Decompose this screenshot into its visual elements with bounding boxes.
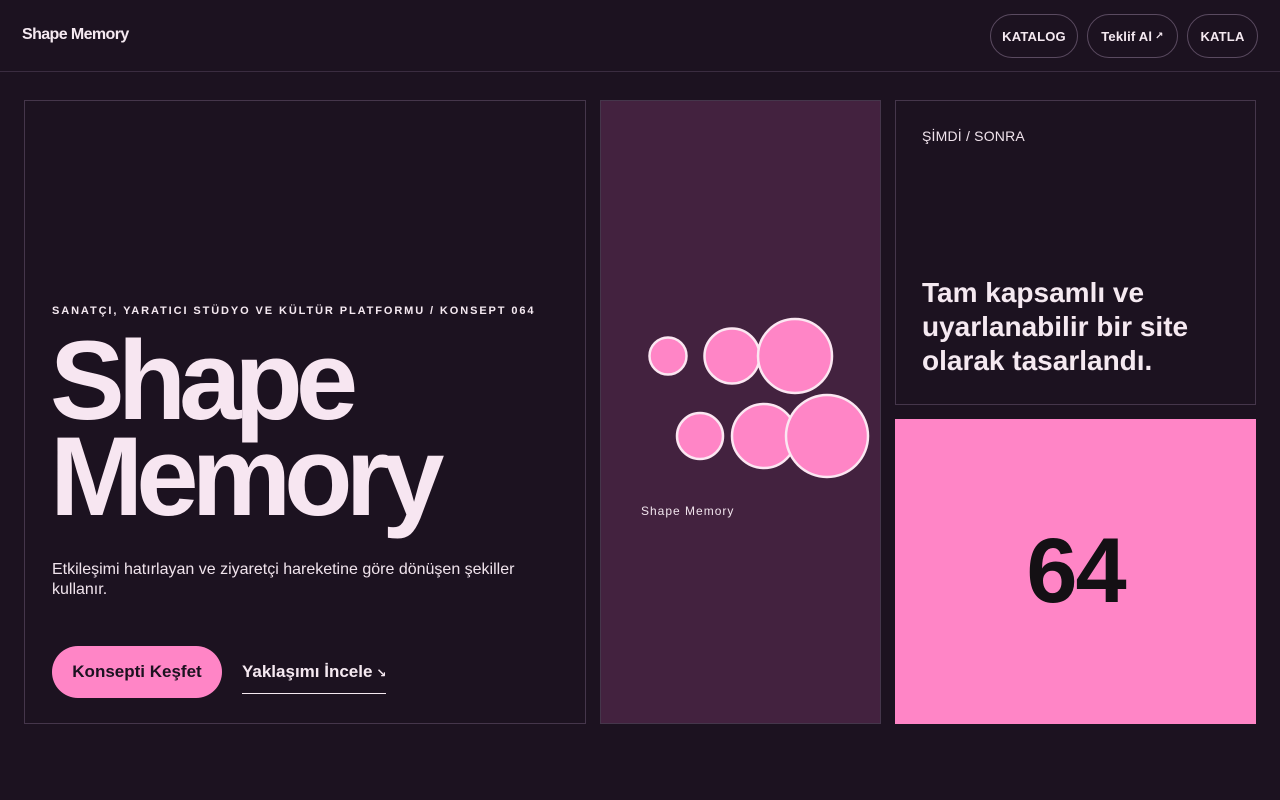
- top-navigation-bar: Shape Memory KATALOG Teklif Al ↗ KATLA: [0, 0, 1280, 72]
- nav-get-offer-label: Teklif Al: [1101, 28, 1153, 44]
- nav-join-button[interactable]: KATLA: [1187, 14, 1258, 58]
- now-next-label: ŞİMDİ / SONRA: [922, 128, 1025, 144]
- hero-eyebrow: SANATÇI, YARATICI STÜDYO VE KÜLTÜR PLATF…: [52, 305, 536, 317]
- nav-join-label: KATLA: [1200, 28, 1245, 44]
- circle-shape[interactable]: [675, 411, 725, 461]
- review-approach-link[interactable]: Yaklaşımı İncele ↘: [242, 662, 387, 694]
- hero-card: SANATÇI, YARATICI STÜDYO VE KÜLTÜR PLATF…: [24, 100, 586, 724]
- arrow-down-right-icon: ↘: [376, 666, 387, 680]
- circle-shape[interactable]: [703, 327, 761, 385]
- explore-concept-button[interactable]: Konsepti Keşfet: [52, 646, 222, 698]
- nav-catalog-button[interactable]: KATALOG: [990, 14, 1078, 58]
- circle-shape[interactable]: [648, 336, 688, 376]
- shapes-panel: Shape Memory: [600, 100, 881, 724]
- shapes-illustration[interactable]: [601, 101, 882, 725]
- shapes-caption: Shape Memory: [641, 504, 735, 518]
- review-approach-label: Yaklaşımı İncele: [242, 662, 373, 681]
- concept-number: 64: [1026, 520, 1126, 622]
- statement-card: ŞİMDİ / SONRA Tam kapsamlı ve uyarlanabi…: [895, 100, 1256, 405]
- nav-catalog-label: KATALOG: [1002, 28, 1066, 44]
- hero-title: Shape Memory: [50, 325, 444, 539]
- statement-text: Tam kapsamlı ve uyarlanabilir bir site o…: [922, 277, 1189, 376]
- circle-shape[interactable]: [784, 393, 870, 479]
- brand-logo[interactable]: Shape Memory: [22, 26, 129, 44]
- concept-number-card: 64: [895, 419, 1256, 724]
- hero-description: Etkileşimi hatırlayan ve ziyaretçi harek…: [52, 561, 515, 598]
- circle-shape[interactable]: [756, 317, 834, 395]
- hero-title-line-2: Memory: [50, 414, 444, 539]
- arrow-up-right-icon: ↗: [1155, 30, 1164, 42]
- nav-get-offer-button[interactable]: Teklif Al ↗: [1087, 14, 1178, 58]
